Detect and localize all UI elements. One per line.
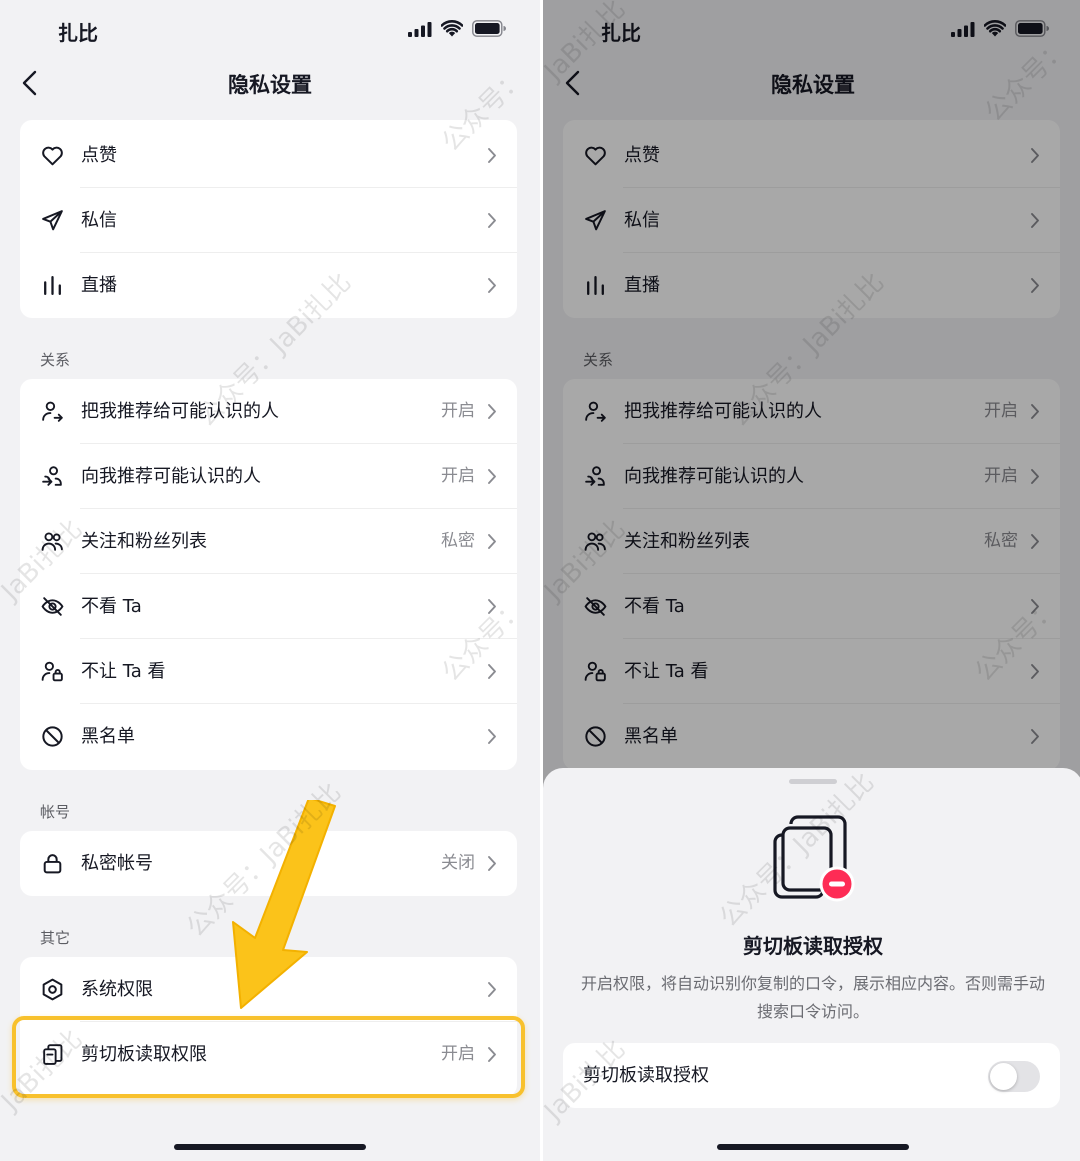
row-live[interactable]: 直播	[20, 253, 517, 318]
sheet-drag-handle[interactable]	[789, 779, 837, 784]
clipboard-toggle-row: 剪切板读取授权	[563, 1043, 1060, 1108]
row-label: 把我推荐给可能认识的人	[81, 401, 279, 422]
row-label: 不让 Ta 看	[81, 661, 166, 682]
chevron-right-icon	[487, 663, 497, 680]
heart-icon	[40, 143, 65, 168]
row-blocklist[interactable]: 黑名单	[20, 704, 517, 769]
nav-bar: 隐私设置	[0, 58, 540, 108]
chevron-right-icon	[487, 598, 497, 615]
row-value: 开启	[441, 401, 475, 421]
row-recommend-me[interactable]: 把我推荐给可能认识的人 开启	[20, 379, 517, 444]
page-title: 隐私设置	[228, 73, 312, 97]
clipboard-auth-sheet: 剪切板读取授权 开启权限，将自动识别你复制的口令，展示相应内容。否则需手动搜索口…	[543, 768, 1080, 1161]
live-bars-icon	[40, 273, 65, 298]
row-label: 私信	[81, 210, 117, 231]
row-follow-list[interactable]: 关注和粉丝列表 私密	[20, 509, 517, 574]
row-label: 黑名单	[81, 726, 135, 747]
eye-off-icon	[40, 594, 65, 619]
status-bar: 扎比	[0, 0, 540, 60]
chevron-right-icon	[487, 728, 497, 745]
chevron-right-icon	[487, 981, 497, 998]
user-lock-icon	[40, 659, 65, 684]
clipboard-auth-screen: 扎比 隐私设置 点赞 私信 直播 关系 把我推荐给可能认识的人 开启 向我推荐可…	[543, 0, 1080, 1161]
sheet-title: 剪切板读取授权	[743, 934, 883, 958]
wifi-icon	[441, 20, 463, 37]
home-indicator	[717, 1144, 909, 1150]
chevron-right-icon	[487, 468, 497, 485]
chevron-right-icon	[487, 403, 497, 420]
chevron-right-icon	[487, 147, 497, 164]
row-label: 向我推荐可能认识的人	[81, 466, 261, 487]
chevron-right-icon	[487, 212, 497, 229]
row-messages[interactable]: 私信	[20, 188, 517, 253]
section-header-other: 其它	[40, 929, 71, 947]
toggle-label: 剪切板读取授权	[583, 1065, 709, 1086]
row-likes[interactable]: 点赞	[20, 123, 517, 188]
clipboard-denied-icon	[773, 815, 855, 902]
row-label: 不看 Ta	[81, 596, 142, 617]
row-label: 私密帐号	[81, 853, 153, 874]
home-indicator	[174, 1144, 366, 1150]
yellow-arrow-icon	[232, 800, 336, 1009]
row-value: 开启	[441, 466, 475, 486]
sheet-description: 开启权限，将自动识别你复制的口令，展示相应内容。否则需手动搜索口令访问。	[580, 974, 1045, 1021]
row-recommend-to-me[interactable]: 向我推荐可能认识的人 开启	[20, 444, 517, 509]
row-value: 私密	[441, 531, 475, 551]
relations-card: 把我推荐给可能认识的人 开启 向我推荐可能认识的人 开启 关注和粉丝列表 私密 …	[20, 379, 517, 770]
chevron-right-icon	[487, 277, 497, 294]
interaction-settings-card: 点赞 私信 直播	[20, 120, 517, 318]
carrier-name: 扎比	[58, 21, 98, 45]
toggle-knob	[990, 1063, 1017, 1090]
signal-icon	[408, 21, 432, 37]
chevron-right-icon	[487, 855, 497, 872]
section-header-relations: 关系	[40, 351, 71, 369]
user-recommend-icon	[40, 464, 65, 489]
battery-icon	[472, 20, 506, 37]
status-icons	[408, 20, 506, 37]
lock-icon	[40, 851, 65, 876]
highlight-box	[12, 1016, 525, 1098]
user-share-icon	[40, 399, 65, 424]
chevron-right-icon	[487, 533, 497, 550]
block-icon	[40, 724, 65, 749]
row-label: 关注和粉丝列表	[81, 531, 207, 552]
paper-plane-icon	[40, 208, 65, 233]
hexagon-settings-icon	[40, 977, 65, 1002]
clipboard-auth-toggle[interactable]	[988, 1061, 1040, 1092]
row-label: 直播	[81, 275, 117, 296]
row-hide-their-posts[interactable]: 不看 Ta	[20, 574, 517, 639]
row-label: 点赞	[81, 145, 117, 166]
section-header-account: 帐号	[40, 803, 71, 821]
row-label: 系统权限	[81, 979, 153, 1000]
privacy-settings-screen: 扎比 隐私设置 点赞 私信 直播 关系 把我推荐给可能认识的人 开启 向我推荐可…	[0, 0, 540, 1161]
users-icon	[40, 529, 65, 554]
row-hide-my-posts[interactable]: 不让 Ta 看	[20, 639, 517, 704]
row-value: 关闭	[441, 853, 475, 873]
